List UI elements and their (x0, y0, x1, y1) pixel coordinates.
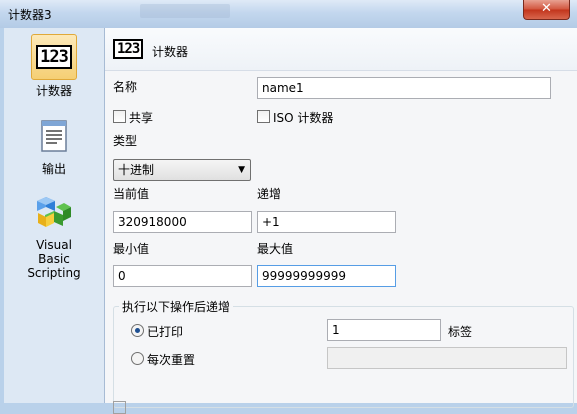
shared-label: 共享 (129, 111, 154, 125)
nav-item-vbs[interactable]: Visual Basic Scripting (4, 190, 104, 280)
max-value-label: 最大值 (257, 242, 294, 256)
type-select-value: 十进制 (118, 163, 155, 177)
chevron-down-icon: ▼ (238, 165, 245, 175)
close-button[interactable]: ✕ (523, 0, 570, 20)
name-label: 名称 (113, 80, 138, 94)
min-value-input[interactable]: 0 (113, 265, 252, 287)
nav-item-label: Visual Basic Scripting (27, 238, 81, 280)
nav-item-label: 计数器 (35, 84, 72, 98)
iso-counter-label: ISO 计数器 (273, 111, 334, 125)
printed-radio[interactable] (131, 324, 144, 337)
nav-item-label: 输出 (41, 162, 66, 176)
reset-each-input (327, 347, 567, 369)
nav-item-output[interactable]: 输出 (4, 114, 104, 176)
left-nav-panel: 123 计数器 输出 Visual Basic Scripting (4, 28, 105, 403)
type-select[interactable]: 十进制 ▼ (113, 159, 251, 181)
counter-properties-panel: 123 计数器 名称 name1 共享 ISO 计数器 类型 十进制 ▼ 当前值… (105, 28, 577, 414)
counter-123-icon: 123 (113, 39, 144, 59)
title-bar: 计数器3 ✕ (0, 0, 577, 29)
reset-each-radio[interactable] (131, 352, 144, 365)
output-document-icon (32, 114, 76, 158)
nav-item-counter[interactable]: 123 计数器 (4, 34, 104, 98)
type-label: 类型 (113, 134, 138, 148)
reset-each-label: 每次重置 (147, 353, 196, 367)
printed-label: 已打印 (147, 325, 184, 339)
shared-checkbox[interactable] (113, 110, 126, 123)
current-value-input[interactable]: 320918000 (113, 211, 252, 233)
title-bar-background-blur (140, 4, 230, 18)
iso-counter-checkbox[interactable] (257, 110, 270, 123)
current-value-label: 当前值 (113, 187, 150, 201)
group-title: 执行以下操作后递增 (119, 298, 234, 315)
panel-header: 123 计数器 (105, 28, 577, 71)
panel-title: 计数器 (152, 45, 189, 59)
min-value-label: 最小值 (113, 242, 150, 256)
printed-count-input[interactable]: 1 (327, 319, 441, 341)
increment-label: 递增 (257, 187, 282, 201)
increment-input[interactable]: +1 (257, 211, 396, 233)
counter-123-icon: 123 (31, 34, 77, 80)
window-title: 计数器3 (8, 8, 52, 22)
name-input[interactable]: name1 (257, 77, 551, 99)
nav-counter-icon-text: 123 (36, 45, 72, 69)
vbs-cubes-icon (32, 190, 76, 234)
tag-label: 标签 (448, 325, 473, 339)
max-value-input[interactable]: 99999999999 (257, 265, 396, 287)
